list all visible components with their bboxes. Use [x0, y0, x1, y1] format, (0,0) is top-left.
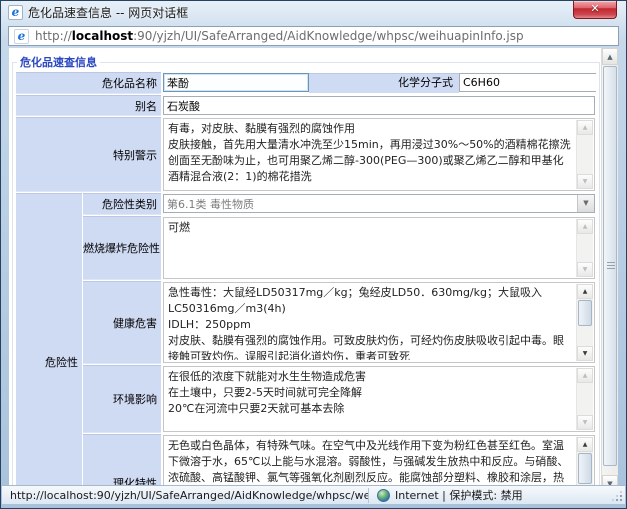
protected-mode-status: Internet | 保护模式: 禁用: [395, 487, 523, 503]
chemical-name-input[interactable]: [163, 73, 309, 92]
page-content: 危化品速查信息 危化品名称 化学分子式 别名: [9, 48, 603, 492]
scrollbar-thumb[interactable]: [578, 300, 592, 326]
physicochemical-scrollbar[interactable]: ▲ ▼: [576, 437, 593, 492]
scroll-up-icon[interactable]: ▲: [577, 219, 593, 234]
status-url: http://localhost:90/yjzh/UI/SafeArranged…: [2, 489, 368, 502]
close-button[interactable]: ✕: [573, 1, 617, 19]
name-label: 危化品名称: [16, 72, 161, 94]
hazard-category-select[interactable]: 第6.1类 毒性物质 ▼: [163, 194, 595, 213]
environment-text: 在很低的浓度下就能对水生生物造成危害 在土壤中，只要2-5天时间就可完全降解 2…: [168, 369, 574, 429]
environment-label: 环境影响: [83, 365, 161, 433]
scrollbar-thumb[interactable]: [578, 453, 592, 484]
dialog-window: e 危化品速查信息 -- 网页对话框 ✕ e http://localhost:…: [0, 0, 627, 509]
physicochemical-label: 理化特性: [83, 434, 161, 492]
scroll-up-icon[interactable]: ▲: [577, 368, 593, 383]
url-path: :90/yjzh/UI/SafeArranged/AidKnowledge/wh…: [133, 29, 523, 43]
fire-explosion-scrollbar[interactable]: ▲ ▼: [576, 219, 593, 277]
formula-label: 化学分子式: [309, 73, 459, 93]
fire-explosion-label: 燃烧爆炸危险性: [83, 216, 161, 280]
hazard-group-label: 危险性: [16, 193, 82, 492]
section-title: 危化品速查信息: [17, 54, 100, 70]
scroll-down-icon[interactable]: ▼: [577, 415, 593, 430]
page-scrollbar[interactable]: ▲ ▼: [601, 48, 618, 492]
special-warning-scrollbar[interactable]: ▲ ▼: [576, 120, 593, 189]
ie-icon: e: [8, 5, 23, 20]
environment-textarea[interactable]: 在很低的浓度下就能对水生生物造成危害 在土壤中，只要2-5天时间就可完全降解 2…: [163, 366, 595, 432]
special-warning-label: 特别警示: [16, 117, 161, 192]
scroll-up-icon[interactable]: ▲: [577, 120, 593, 135]
fire-explosion-textarea[interactable]: 可燃 ▲ ▼: [163, 217, 595, 279]
health-hazard-label: 健康危害: [83, 281, 161, 364]
hazard-category-value: 第6.1类 毒性物质: [164, 196, 577, 212]
scroll-down-icon[interactable]: ▼: [577, 174, 593, 189]
scroll-up-icon[interactable]: ▲: [577, 284, 593, 299]
environment-scrollbar[interactable]: ▲ ▼: [576, 368, 593, 430]
title-bar: e 危化品速查信息 -- 网页对话框 ✕: [1, 1, 626, 24]
physicochemical-text: 无色或白色晶体，有特殊气味。在空气中及光线作用下变为粉红色甚至红色。室温下微溶于…: [168, 438, 574, 492]
ie-page-icon: e: [14, 29, 29, 44]
chemical-info-table: 危化品名称 化学分子式 别名: [15, 71, 597, 492]
address-bar[interactable]: e http://localhost:90/yjzh/UI/SafeArrang…: [8, 26, 619, 46]
scroll-up-icon[interactable]: ▲: [577, 437, 593, 452]
scroll-up-icon[interactable]: ▲: [602, 48, 618, 65]
special-warning-textarea[interactable]: 有毒，对皮肤、黏膜有强烈的腐蚀作用 皮肤接触，首先用大量清水冲洗至少15min，…: [163, 118, 595, 191]
health-hazard-scrollbar[interactable]: ▲ ▼: [576, 284, 593, 361]
hazard-category-label: 危险性类别: [83, 193, 161, 215]
scroll-down-icon[interactable]: ▼: [577, 262, 593, 277]
health-hazard-text: 急性毒性：大鼠经LD50317mg／kg；兔经皮LD50．630mg/kg；大鼠…: [168, 285, 574, 360]
physicochemical-textarea[interactable]: 无色或白色晶体，有特殊气味。在空气中及光线作用下变为粉红色甚至红色。室温下微溶于…: [163, 435, 595, 492]
scrollbar-grip-icon: [607, 262, 615, 269]
scroll-down-icon[interactable]: ▼: [577, 346, 593, 361]
scrollbar-thumb[interactable]: [603, 66, 617, 466]
formula-input[interactable]: [459, 73, 596, 92]
special-warning-text: 有毒，对皮肤、黏膜有强烈的腐蚀作用 皮肤接触，首先用大量清水冲洗至少15min，…: [168, 121, 574, 188]
window-title: 危化品速查信息 -- 网页对话框: [28, 4, 188, 21]
url-protocol: http://: [35, 29, 72, 43]
dropdown-arrow-icon[interactable]: ▼: [577, 195, 594, 212]
resize-grip[interactable]: [620, 499, 622, 501]
status-separator: [368, 488, 369, 503]
alias-label: 别名: [16, 95, 161, 116]
health-hazard-textarea[interactable]: 急性毒性：大鼠经LD50317mg／kg；兔经皮LD50．630mg/kg；大鼠…: [163, 282, 595, 363]
alias-input[interactable]: [163, 96, 595, 115]
status-bar: http://localhost:90/yjzh/UI/SafeArranged…: [2, 485, 625, 504]
info-group-box: 危化品速查信息 危化品名称 化学分子式 别名: [12, 54, 600, 492]
url-host: localhost: [72, 29, 133, 43]
internet-zone-icon: [377, 489, 390, 502]
fire-explosion-text: 可燃: [168, 220, 574, 276]
